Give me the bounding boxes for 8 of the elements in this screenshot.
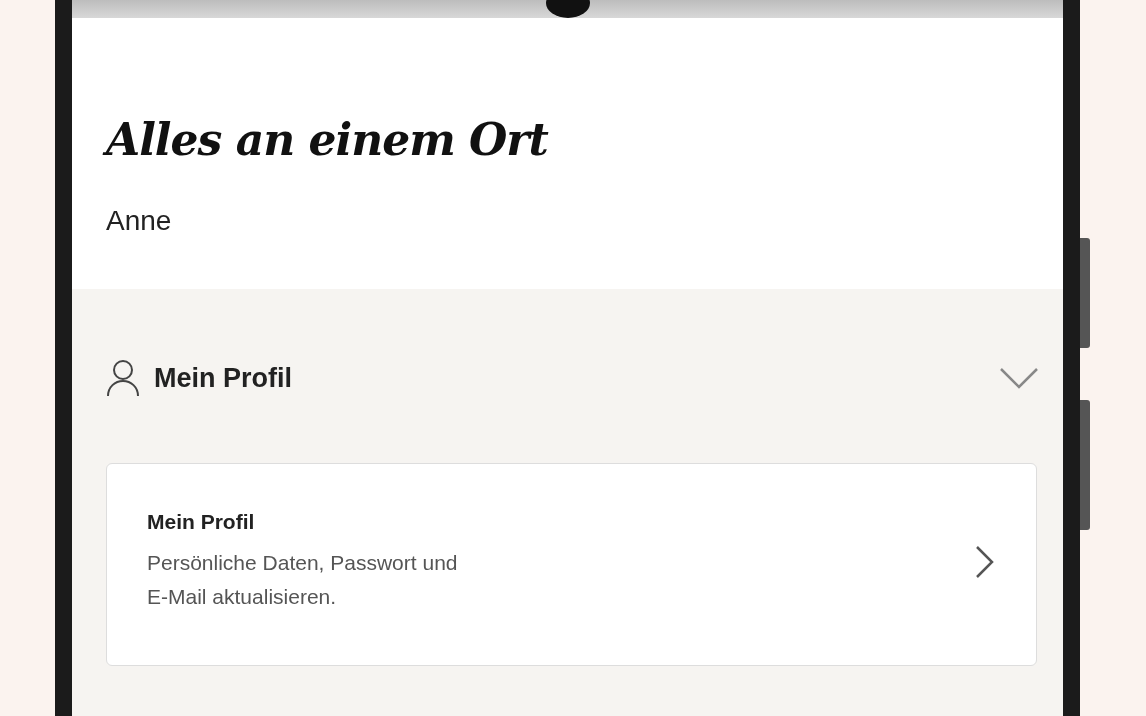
user-name: Anne: [106, 205, 173, 237]
profile-card[interactable]: Mein Profil Persönliche Daten, Passwort und E-Mail aktualisieren.: [106, 463, 1037, 667]
chevron-icon: [999, 366, 1039, 390]
user-icon: [106, 359, 140, 397]
chevron-right-icon: [974, 543, 996, 580]
card-description: Persönliche Daten, Passwort und E-Mail aktualisieren.: [147, 550, 459, 610]
card-title: Mein Profil: [147, 510, 256, 534]
accordion-header[interactable]: Mein Profil: [106, 289, 1039, 463]
